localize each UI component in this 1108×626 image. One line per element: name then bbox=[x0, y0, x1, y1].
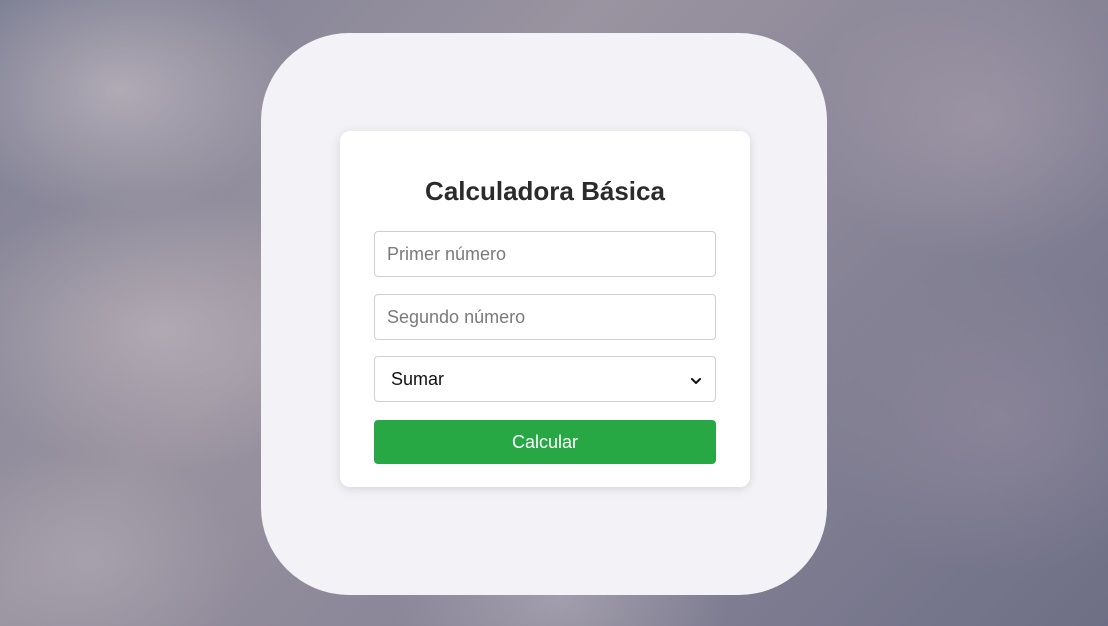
page-background: { "calculator": { "title": "Calculadora … bbox=[0, 0, 1108, 626]
calculate-button[interactable]: Calcular bbox=[374, 420, 716, 464]
calculator-card: Calculadora Básica Sumar Calcular bbox=[340, 131, 750, 487]
chevron-down-icon bbox=[689, 372, 703, 386]
operation-select-value: Sumar bbox=[391, 368, 445, 389]
second-number-input[interactable] bbox=[374, 294, 716, 340]
page-title: Calculadora Básica bbox=[425, 176, 665, 206]
first-number-input[interactable] bbox=[374, 231, 716, 277]
operation-select[interactable]: Sumar bbox=[374, 356, 716, 402]
